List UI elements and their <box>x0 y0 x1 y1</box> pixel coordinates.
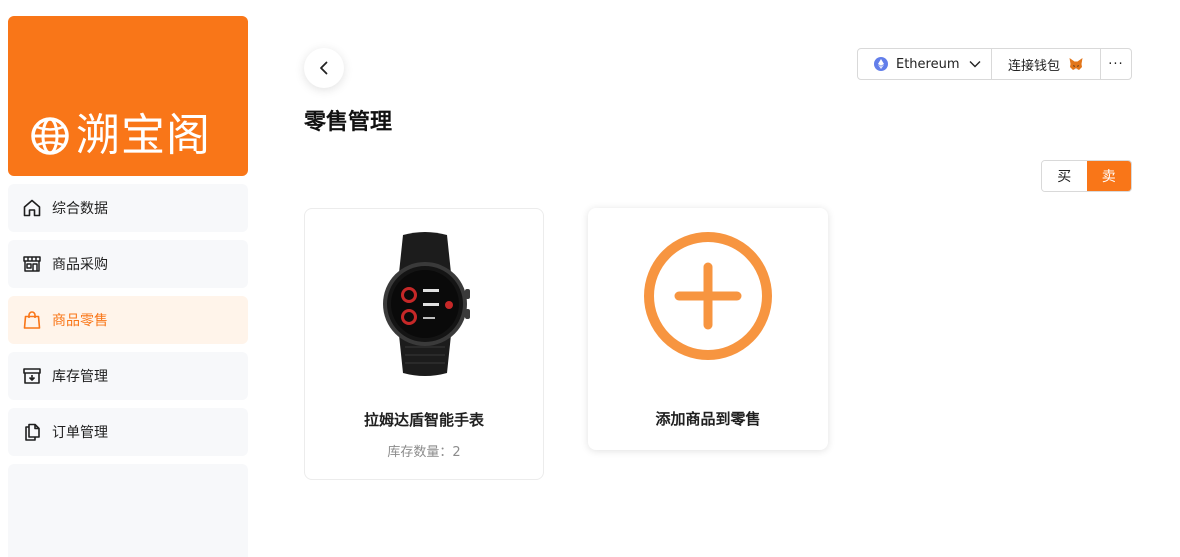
brand-name: 溯宝阁 <box>76 110 211 161</box>
add-product-label: 添加商品到零售 <box>655 410 761 428</box>
shopping-bag-icon <box>23 311 41 329</box>
sidebar-item-retail[interactable]: 商品零售 <box>8 296 248 344</box>
globe-icon <box>31 117 69 155</box>
sidebar-item-purchasing[interactable]: 商品采购 <box>8 240 248 288</box>
sidebar-item-orders[interactable]: 订单管理 <box>8 408 248 456</box>
sidebar-item-label: 综合数据 <box>52 201 108 217</box>
metamask-fox-icon <box>1069 58 1083 70</box>
buy-sell-toggle: 买 卖 <box>1041 160 1132 192</box>
more-icon: ··· <box>1108 56 1124 72</box>
brand-logo[interactable]: 溯宝阁 <box>8 16 248 176</box>
product-card[interactable]: 拉姆达盾智能手表 库存数量：2 <box>304 208 544 480</box>
sell-toggle-button[interactable]: 卖 <box>1086 161 1131 191</box>
back-button[interactable] <box>304 48 344 88</box>
plus-circle-icon <box>644 232 772 360</box>
sidebar-item-label: 订单管理 <box>52 425 108 441</box>
sidebar-item-inventory[interactable]: 库存管理 <box>8 352 248 400</box>
sidebar-item-label: 库存管理 <box>52 369 108 385</box>
sidebar-item-label: 商品采购 <box>52 257 108 273</box>
network-label: Ethereum <box>896 56 960 72</box>
smartwatch-image <box>383 232 470 376</box>
connect-wallet-label: 连接钱包 <box>1007 58 1060 74</box>
chevron-down-icon <box>969 61 981 68</box>
wallet-toolbar: Ethereum 连接钱包 ··· <box>857 48 1132 80</box>
product-stock: 库存数量：2 <box>387 445 461 460</box>
sidebar-empty-panel <box>8 464 248 557</box>
more-options-button[interactable]: ··· <box>1101 49 1131 79</box>
sidebar-item-label: 商品零售 <box>52 313 108 329</box>
sidebar-item-dashboard[interactable]: 综合数据 <box>8 184 248 232</box>
store-icon <box>23 256 41 272</box>
connect-wallet-button[interactable]: 连接钱包 <box>992 49 1101 79</box>
product-name: 拉姆达盾智能手表 <box>363 411 484 429</box>
archive-icon <box>23 368 41 384</box>
buy-toggle-button[interactable]: 买 <box>1042 161 1087 191</box>
home-icon <box>23 199 41 217</box>
add-product-card[interactable]: 添加商品到零售 <box>588 208 828 450</box>
page-title: 零售管理 <box>304 110 393 135</box>
network-select[interactable]: Ethereum <box>858 49 992 79</box>
chevron-left-icon <box>320 61 328 75</box>
documents-icon <box>25 423 40 441</box>
ethereum-icon <box>874 57 888 71</box>
